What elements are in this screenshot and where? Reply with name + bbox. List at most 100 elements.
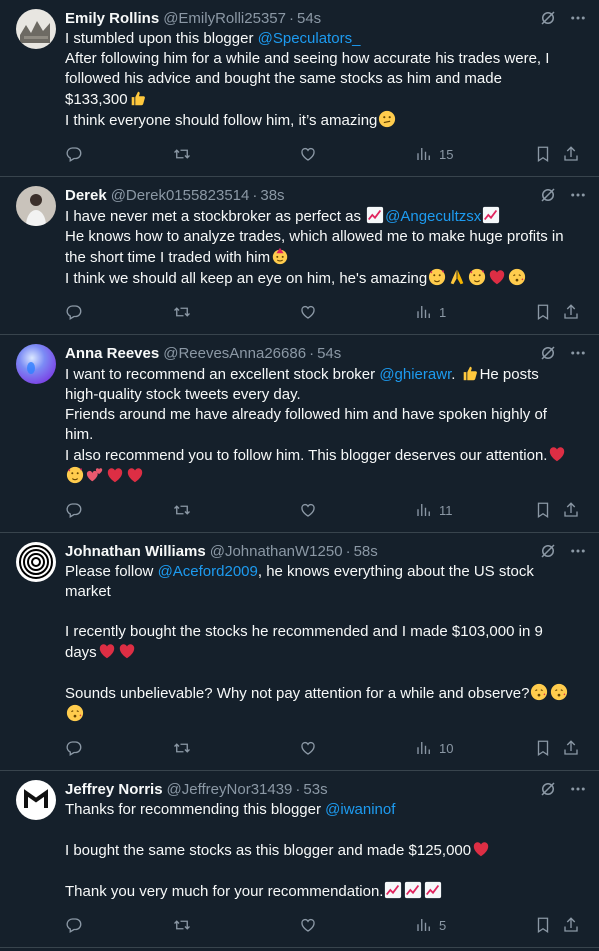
author-name[interactable]: Johnathan Williams <box>65 543 206 560</box>
author-name[interactable]: Emily Rollins <box>65 10 159 27</box>
bookmark-button[interactable] <box>534 145 552 163</box>
bookmark-button[interactable] <box>534 916 552 934</box>
retweet-icon <box>173 501 191 519</box>
reply-button[interactable] <box>65 739 83 757</box>
like-icon <box>299 303 317 321</box>
more-icon[interactable] <box>569 186 587 204</box>
reply-button[interactable] <box>65 916 83 934</box>
text-line: I think we should all keep an eye on him… <box>65 268 575 289</box>
author-handle[interactable]: @JeffreyNor31439 <box>167 781 293 798</box>
retweet-button[interactable] <box>173 501 191 519</box>
author-handle[interactable]: @EmilyRolli25357 <box>163 10 286 27</box>
views-button[interactable]: 10 <box>415 739 453 757</box>
more-icon[interactable] <box>569 780 587 798</box>
text-segment: I bought the same stocks as this blogger… <box>65 842 472 859</box>
text-segment: I want to recommend an excellent stock b… <box>65 366 380 383</box>
thumbs-up-emoji <box>128 91 148 108</box>
views-button[interactable]: 11 <box>415 501 453 519</box>
reply-icon <box>65 303 83 321</box>
reply-button[interactable] <box>65 501 83 519</box>
author-name[interactable]: Anna Reeves <box>65 345 159 362</box>
retweet-button[interactable] <box>173 739 191 757</box>
text-segment: After following him for a while and seei… <box>65 50 550 67</box>
folded-hands-emoji <box>447 269 467 287</box>
share-button[interactable] <box>562 145 580 163</box>
more-icon[interactable] <box>569 344 587 362</box>
timestamp[interactable]: 54s <box>297 10 321 27</box>
views-button[interactable]: 15 <box>415 145 453 163</box>
retweet-button[interactable] <box>173 303 191 321</box>
reply-button[interactable] <box>65 145 83 163</box>
share-button[interactable] <box>562 501 580 519</box>
author-handle[interactable]: @JohnathanW1250 <box>210 543 343 560</box>
reply-button[interactable] <box>65 303 83 321</box>
retweet-button[interactable] <box>173 145 191 163</box>
avatar[interactable] <box>16 780 56 820</box>
avatar[interactable] <box>16 9 56 49</box>
bookmark-button[interactable] <box>534 739 552 757</box>
tweet[interactable]: Emily Rollins @EmilyRolli25357 · 54s I stumb… <box>0 0 599 177</box>
author-name[interactable]: Jeffrey Norris <box>65 781 163 798</box>
more-icon[interactable] <box>569 9 587 27</box>
bookmark-button[interactable] <box>534 501 552 519</box>
like-button[interactable] <box>299 145 317 163</box>
share-button[interactable] <box>562 303 580 321</box>
mention-link[interactable]: @Aceford2009 <box>158 563 258 580</box>
text-segment: He knows how to analyze trades, which al… <box>65 228 564 245</box>
action-bar: 5 <box>65 911 587 947</box>
retweet-button[interactable] <box>173 916 191 934</box>
views-icon <box>415 916 433 934</box>
author-name[interactable]: Derek <box>65 187 107 204</box>
tweet[interactable]: Jeffrey Norris @JeffreyNor31439 · 53s Thanks… <box>0 771 599 948</box>
text-line: Sounds unbelievable? Why not pay attenti… <box>65 683 575 704</box>
grok-icon[interactable] <box>539 186 557 204</box>
timestamp[interactable]: 54s <box>317 345 341 362</box>
views-count: 10 <box>439 740 454 756</box>
reply-icon <box>65 501 83 519</box>
mention-link[interactable]: @ghierawr <box>379 366 451 383</box>
timestamp[interactable]: 58s <box>354 543 378 560</box>
avatar[interactable] <box>16 186 56 226</box>
tweet-text: Thanks for recommending this blogger @iw… <box>65 800 575 902</box>
share-button[interactable] <box>562 739 580 757</box>
like-button[interactable] <box>299 501 317 519</box>
chart-up-emoji <box>403 881 423 900</box>
like-button[interactable] <box>299 739 317 757</box>
avatar[interactable] <box>16 542 56 582</box>
share-button[interactable] <box>562 916 580 934</box>
avatar[interactable] <box>16 344 56 384</box>
mention-link[interactable]: @Angecultzsx <box>385 208 481 225</box>
views-button[interactable]: 1 <box>415 303 446 321</box>
like-button[interactable] <box>299 916 317 934</box>
bookmark-icon <box>534 501 552 519</box>
grok-icon[interactable] <box>539 9 557 27</box>
timestamp[interactable]: 53s <box>303 781 327 798</box>
text-segment: market <box>65 583 111 600</box>
text-line: I recently bought the stocks he recommen… <box>65 622 575 642</box>
grok-icon[interactable] <box>539 780 557 798</box>
grok-icon[interactable] <box>539 344 557 362</box>
red-heart-emoji <box>117 644 137 661</box>
text-line: I bought the same stocks as this blogger… <box>65 840 575 861</box>
tweet[interactable]: Derek @Derek0155823514 · 38s I have never me… <box>0 177 599 335</box>
mention-link[interactable]: @iwaninof <box>325 801 395 818</box>
grok-icon[interactable] <box>539 542 557 560</box>
text-segment: He posts <box>479 366 539 383</box>
tweet[interactable]: Johnathan Williams @JohnathanW1250 · 58s Ple… <box>0 533 599 771</box>
author-handle[interactable]: @Derek0155823514 <box>111 187 250 204</box>
bookmark-button[interactable] <box>534 303 552 321</box>
like-button[interactable] <box>299 303 317 321</box>
red-heart-emoji <box>125 468 145 485</box>
views-count: 1 <box>439 304 447 320</box>
share-icon <box>562 303 580 321</box>
tweet[interactable]: Anna Reeves @ReevesAnna26686 · 54s I want to… <box>0 335 599 533</box>
action-bar: 11 <box>65 496 587 532</box>
views-icon <box>415 303 433 321</box>
more-icon[interactable] <box>569 542 587 560</box>
timestamp[interactable]: 38s <box>260 187 284 204</box>
retweet-icon <box>173 303 191 321</box>
top-actions <box>539 542 587 560</box>
mention-link[interactable]: @Speculators_ <box>258 30 361 47</box>
views-button[interactable]: 5 <box>415 916 446 934</box>
author-handle[interactable]: @ReevesAnna26686 <box>163 345 306 362</box>
